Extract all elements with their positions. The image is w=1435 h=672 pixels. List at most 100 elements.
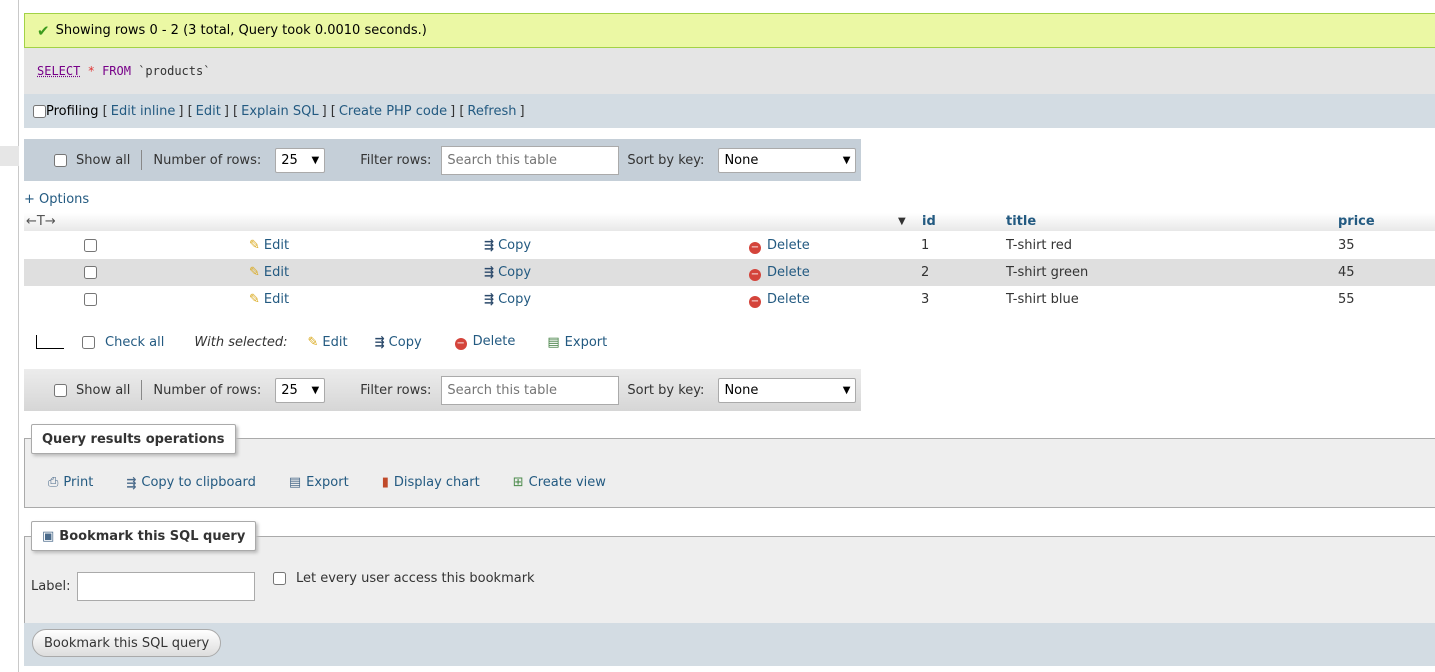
cell-id: 3 [921, 292, 930, 307]
profiling-label: Profiling [46, 103, 99, 119]
row-delete-button[interactable]: − Delete [749, 292, 810, 308]
row-delete-button[interactable]: − Delete [749, 238, 810, 254]
cell-price: 55 [1338, 292, 1355, 307]
filter-rows-input[interactable]: Search this table [441, 145, 620, 175]
profiling-checkbox[interactable] [33, 104, 46, 118]
bookmark-submit-button[interactable]: Bookmark this SQL query [32, 629, 222, 657]
print-link[interactable]: ⎙ Print [48, 475, 93, 490]
with-selected-label: With selected: [194, 334, 288, 350]
copy-icon: ⇶ [484, 292, 495, 306]
divider [141, 150, 143, 170]
delete-icon: − [454, 338, 467, 350]
row-delete-button[interactable]: − Delete [749, 265, 810, 281]
column-header-id[interactable]: id [922, 214, 936, 229]
chevron-down-icon: ▼ [842, 384, 851, 396]
options-link[interactable]: + Options [24, 192, 89, 207]
bookmark-label-text: Label: [31, 579, 71, 594]
pencil-icon: ✎ [307, 334, 319, 350]
delete-icon: − [749, 296, 761, 308]
every-user-label: Let every user access this bookmark [296, 571, 535, 586]
filter-rows-input[interactable]: Search this table [441, 375, 620, 405]
check-all-label[interactable]: Check all [105, 335, 164, 350]
bookmark-every-user-option: Let every user access this bookmark [273, 571, 535, 586]
pencil-icon: ✎ [249, 238, 260, 253]
create-view-link[interactable]: ⊞ Create view [513, 475, 606, 490]
num-rows-select[interactable]: 25 ▼ [275, 377, 326, 403]
cell-title: T-shirt blue [1006, 292, 1079, 307]
copy-icon: ⇶ [374, 334, 385, 349]
sql-select-keyword[interactable]: SELECT [37, 64, 80, 78]
edit-link[interactable]: Edit [196, 104, 221, 119]
delete-icon: − [749, 242, 761, 254]
row-edit-button[interactable]: ✎ Edit [249, 265, 289, 280]
sql-star: * [87, 64, 95, 78]
explain-sql-link[interactable]: Explain SQL [241, 104, 318, 119]
delete-icon: − [749, 269, 761, 281]
show-all-checkbox[interactable] [54, 383, 67, 397]
cell-price: 45 [1338, 265, 1355, 280]
column-header-title[interactable]: title [1006, 214, 1036, 229]
check-all-checkbox[interactable] [82, 335, 95, 349]
edit-inline-link[interactable]: Edit inline [111, 104, 176, 119]
bookmark-label-input[interactable] [77, 572, 255, 601]
row-copy-button[interactable]: ⇶ Copy [484, 265, 531, 280]
with-selected-bar: Check all With selected: ✎ Edit ⇶ Copy − De… [24, 329, 607, 355]
cell-id: 1 [921, 238, 930, 253]
query-results-operations-panel [24, 438, 1435, 508]
bulk-edit-button[interactable]: ✎ Edit [308, 335, 348, 350]
export-link[interactable]: ▤ Export [289, 475, 349, 490]
filter-rows-label: Filter rows: [360, 152, 432, 168]
left-panel-edge [0, 0, 19, 672]
sort-by-key-select[interactable]: None ▼ [718, 147, 857, 173]
divider [141, 380, 143, 400]
row-copy-button[interactable]: ⇶ Copy [484, 292, 531, 307]
cell-id: 2 [921, 265, 930, 280]
success-text: Showing rows 0 - 2 (3 total, Query took … [55, 23, 427, 38]
display-chart-link[interactable]: ▮ Display chart [382, 475, 480, 490]
row-copy-button[interactable]: ⇶ Copy [484, 238, 531, 253]
chevron-down-icon: ▼ [842, 154, 851, 166]
bookmark-icon: ▣ [42, 528, 55, 544]
filter-rows-label: Filter rows: [360, 382, 432, 398]
main-content: ✔ Showing rows 0 - 2 (3 total, Query too… [24, 0, 1435, 672]
sort-triangle-icon[interactable]: ▼ [898, 216, 906, 227]
num-rows-label: Number of rows: [153, 152, 262, 168]
cell-price: 35 [1338, 238, 1355, 253]
table-row: ✎ Edit ⇶ Copy − Delete 2 T-shirt green 45 [24, 259, 1435, 286]
column-header-price[interactable]: price [1338, 214, 1375, 229]
bulk-copy-button[interactable]: ⇶ Copy [375, 335, 422, 350]
sort-by-key-label: Sort by key: [627, 382, 705, 398]
table-navigation-bottom: Show all Number of rows: 25 ▼ Filter rows… [24, 369, 861, 411]
table-navigation-top: Show all Number of rows: 25 ▼ Filter rows… [24, 139, 861, 181]
arrow-up-left-icon [36, 335, 64, 349]
column-resize-arrows-icon[interactable]: ←T→ [26, 214, 56, 229]
bulk-delete-button[interactable]: − Delete [454, 334, 515, 350]
cell-title: T-shirt red [1006, 238, 1072, 253]
row-edit-button[interactable]: ✎ Edit [249, 238, 289, 253]
copy-icon: ⇶ [126, 475, 137, 490]
query-results-operations-title: Query results operations [31, 424, 236, 454]
every-user-checkbox[interactable] [273, 572, 286, 585]
chevron-down-icon: ▼ [311, 154, 320, 166]
pencil-icon: ✎ [249, 292, 260, 307]
sort-by-key-select[interactable]: None ▼ [718, 377, 857, 403]
row-edit-button[interactable]: ✎ Edit [249, 292, 289, 307]
row-checkbox[interactable] [84, 266, 97, 279]
pencil-icon: ✎ [249, 265, 260, 280]
cell-title: T-shirt green [1006, 265, 1089, 280]
copy-to-clipboard-link[interactable]: ⇶ Copy to clipboard [126, 475, 256, 490]
num-rows-select[interactable]: 25 ▼ [275, 147, 326, 173]
profiling-bar: Profiling [Edit inline] [Edit] [Explain … [24, 94, 1435, 128]
create-view-icon: ⊞ [512, 475, 524, 490]
row-checkbox[interactable] [84, 239, 97, 252]
bulk-export-button[interactable]: ▤ Export [547, 335, 607, 350]
create-php-code-link[interactable]: Create PHP code [339, 104, 447, 119]
show-all-label: Show all [76, 382, 131, 398]
refresh-link[interactable]: Refresh [467, 104, 516, 119]
export-icon: ▤ [288, 475, 302, 490]
sql-query-box[interactable]: SELECT * FROM `products` [24, 48, 1435, 94]
panel-marker [0, 146, 19, 166]
row-checkbox[interactable] [84, 293, 97, 306]
query-operations-links: ⎙ Print ⇶ Copy to clipboard ▤ Export ▮ Displ… [48, 475, 639, 490]
show-all-checkbox[interactable] [54, 153, 67, 167]
